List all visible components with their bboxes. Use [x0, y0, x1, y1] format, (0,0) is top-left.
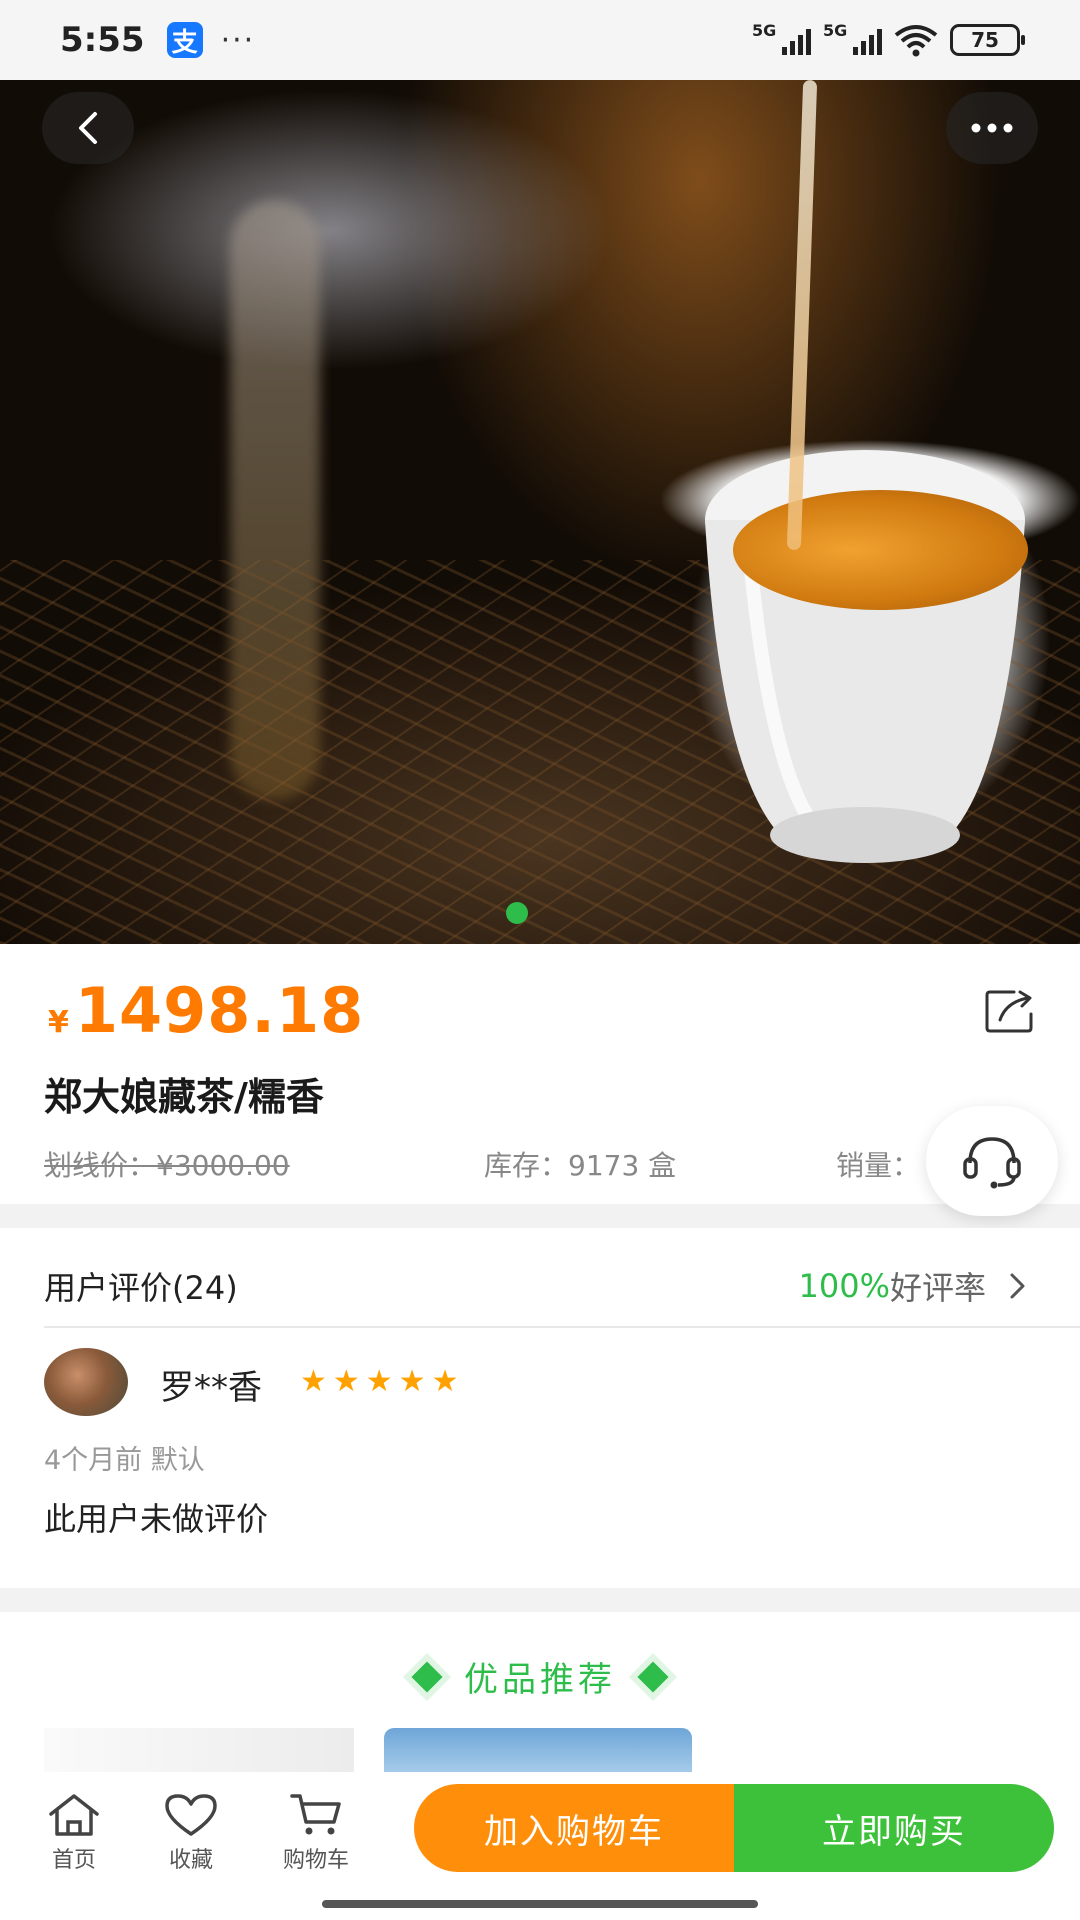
status-bar: 5:55 支 ··· 5G 5G 75: [0, 0, 1080, 80]
sim2-label: 5G: [823, 21, 848, 40]
product-title: 郑大娘藏茶/糯香: [44, 1075, 324, 1119]
battery-level: 75: [971, 28, 999, 52]
diamond-icon: [637, 1660, 669, 1693]
buy-now-button[interactable]: 立即购买: [734, 1784, 1054, 1872]
cart-icon: [290, 1794, 341, 1835]
heart-icon: [165, 1794, 217, 1836]
home-indicator[interactable]: [322, 1900, 758, 1908]
divider: [44, 1326, 1080, 1328]
carousel-indicator-active[interactable]: [506, 902, 528, 924]
status-indicators: 5G 5G 75: [752, 21, 1025, 57]
more-dots-icon: [971, 123, 1013, 133]
tab-favorites[interactable]: 收藏: [141, 1792, 241, 1874]
more-notifications-icon: ···: [220, 22, 256, 58]
positive-rate-label: 好评率: [889, 1269, 986, 1307]
tab-cart-label: 购物车: [282, 1848, 349, 1873]
avatar: [44, 1348, 128, 1416]
star-rating: ★★★★★: [300, 1364, 465, 1399]
more-button[interactable]: [946, 92, 1038, 164]
customer-service-button[interactable]: [926, 1106, 1058, 1216]
home-icon: [49, 1794, 99, 1836]
product-price: ¥ 1498.18: [48, 974, 364, 1047]
wifi-icon: [894, 25, 938, 57]
diamond-icon: [411, 1660, 443, 1693]
currency-symbol: ¥: [48, 1005, 69, 1040]
sales-count: 销量：: [836, 1149, 921, 1182]
recommendations-title: 优品推荐: [464, 1660, 616, 1700]
signal-2-icon: 5G: [823, 21, 882, 55]
price-value: 1498.18: [74, 974, 365, 1047]
status-time: 5:55: [60, 20, 145, 60]
recommendations-header: 优品推荐: [0, 1652, 1080, 1701]
headset-icon: [963, 1137, 1021, 1189]
recommended-product-thumbnail[interactable]: [44, 1728, 354, 1772]
alipay-app-icon: 支: [166, 22, 203, 58]
tab-home-label: 首页: [51, 1848, 96, 1873]
battery-icon: 75: [950, 24, 1025, 56]
product-image-carousel[interactable]: [0, 80, 1080, 944]
original-price: 划线价：¥3000.00: [44, 1149, 290, 1182]
tea-liquid: [733, 490, 1028, 610]
bottom-action-bar: 首页 收藏 购物车 加入购物车 立即购买: [0, 1772, 1080, 1920]
reviews-header[interactable]: 用户评价(24) 100% 好评率: [44, 1256, 1036, 1316]
signal-1-icon: 5G: [752, 21, 811, 55]
positive-rate-value: 100%: [798, 1267, 890, 1305]
back-button[interactable]: [42, 92, 134, 164]
add-to-cart-button[interactable]: 加入购物车: [414, 1784, 734, 1872]
product-info-card: ¥ 1498.18 郑大娘藏茶/糯香 划线价：¥3000.00 库存：9173 …: [0, 944, 1080, 1204]
recommendations-section: 优品推荐: [0, 1612, 1080, 1772]
tab-home[interactable]: 首页: [24, 1792, 124, 1874]
review-text: 此用户未做评价: [44, 1500, 269, 1538]
positive-rate: 100% 好评率: [799, 1263, 1037, 1309]
sim1-label: 5G: [752, 21, 777, 40]
share-icon[interactable]: [984, 988, 1036, 1034]
tab-favorites-label: 收藏: [168, 1848, 213, 1873]
reviews-title: 用户评价(24): [44, 1269, 238, 1307]
review-time: 4个月前 默认: [44, 1445, 205, 1476]
reviewer-name: 罗**香: [160, 1368, 262, 1408]
chevron-left-icon: [79, 112, 97, 144]
recommended-product-thumbnail[interactable]: [384, 1728, 692, 1772]
tab-cart[interactable]: 购物车: [266, 1792, 366, 1874]
chevron-right-icon: [1010, 1273, 1025, 1299]
reviews-section: 用户评价(24) 100% 好评率 罗**香 ★★★★★ 4个月前 默认 此用户…: [0, 1228, 1080, 1588]
stock-count: 库存：9173 盒: [484, 1149, 677, 1182]
